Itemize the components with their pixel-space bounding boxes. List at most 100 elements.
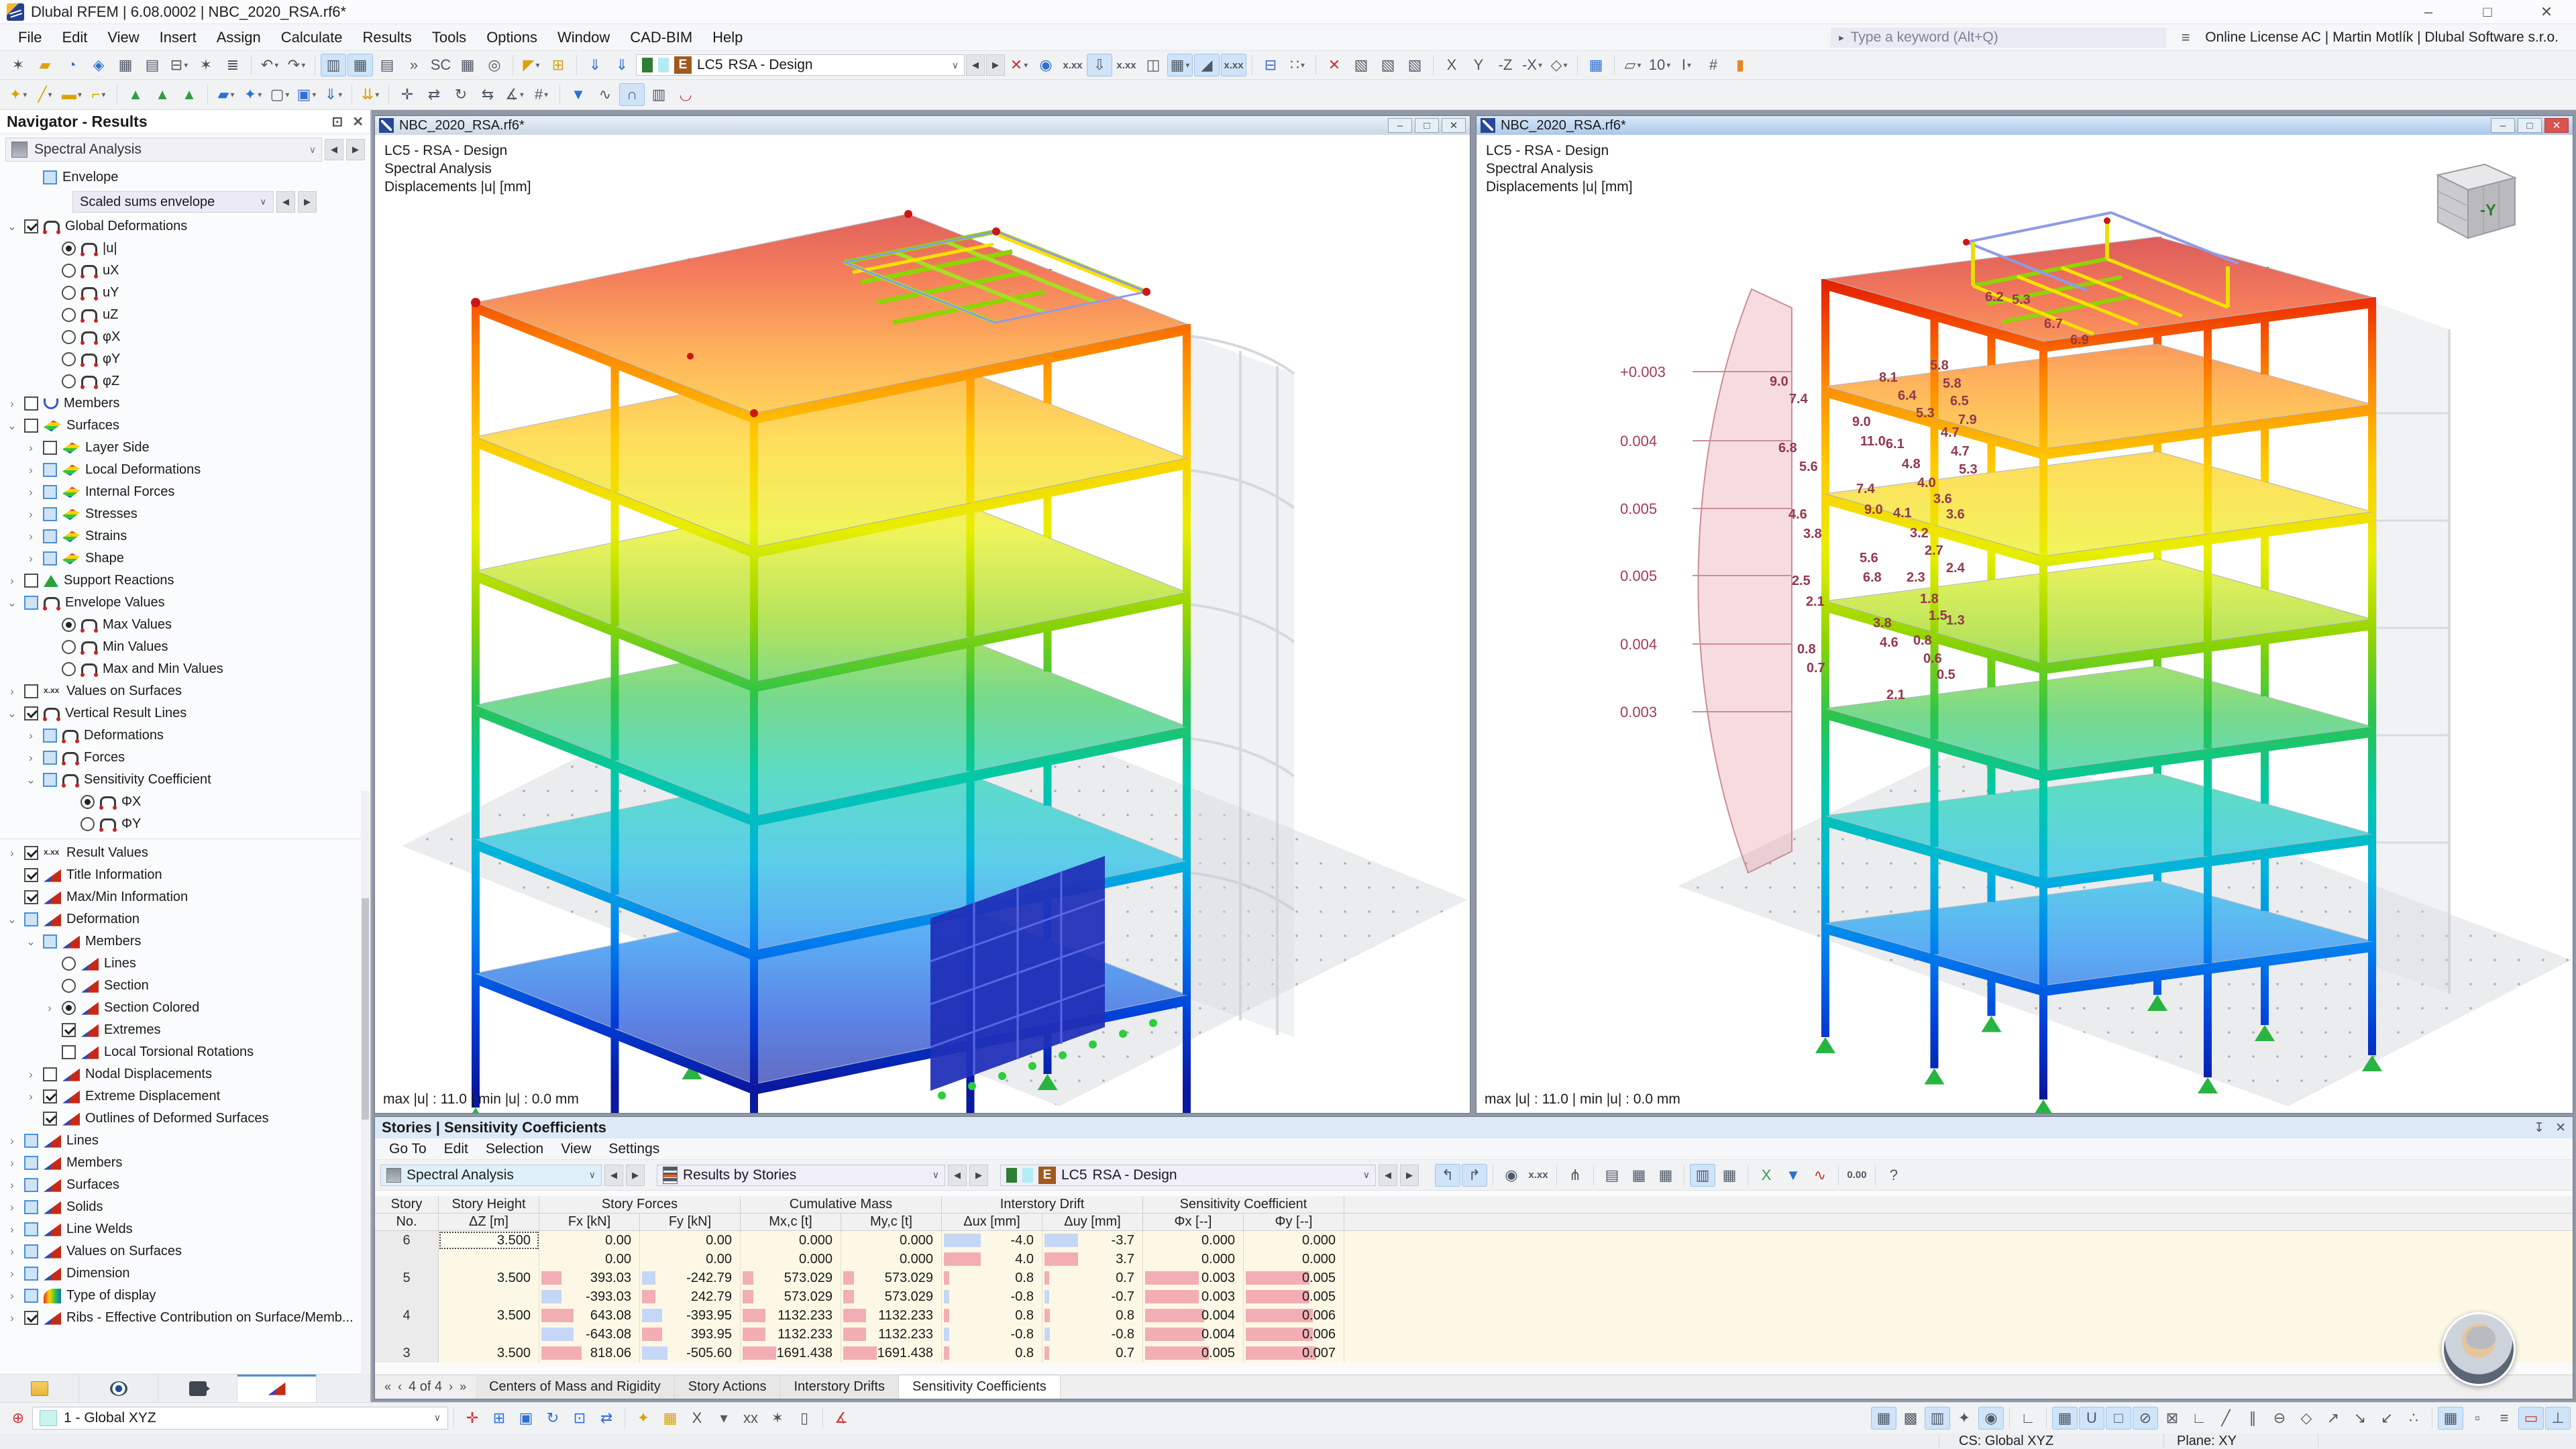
window-minimize-button[interactable]: –: [2399, 0, 2458, 24]
redo-icon[interactable]: ↷▾: [284, 54, 309, 76]
undo-icon[interactable]: ↶▾: [257, 54, 282, 76]
value-cell[interactable]: 0.003: [1143, 1287, 1244, 1306]
print-graphic-icon[interactable]: ⊟: [1258, 54, 1283, 76]
value-cell[interactable]: 0.8: [1042, 1306, 1143, 1325]
tree-item-uy[interactable]: uY: [0, 282, 370, 304]
extrude-object-icon[interactable]: ▣: [513, 1407, 539, 1430]
checkbox[interactable]: [24, 1267, 38, 1281]
dropdown-caret-icon[interactable]: ▾: [1563, 60, 1567, 70]
checkbox[interactable]: [24, 574, 38, 588]
chevron-right-icon[interactable]: ›: [5, 1267, 19, 1281]
animation-frames-icon[interactable]: ▥: [646, 83, 672, 106]
snap-node-icon[interactable]: ◉: [1978, 1407, 2004, 1430]
dropdown-caret-icon[interactable]: ▾: [338, 90, 342, 99]
value-cell[interactable]: -0.7: [1042, 1287, 1143, 1306]
dim-xx-icon[interactable]: xx: [738, 1407, 763, 1430]
result-tab-sensitivity-coefficients[interactable]: Sensitivity Coefficients: [899, 1375, 1061, 1399]
tree-item-ribs-effective-contribution-on-surface-memb[interactable]: ›Ribs - Effective Contribution on Surfac…: [0, 1307, 370, 1329]
survey-tool-icon[interactable]: ✶: [765, 1407, 790, 1430]
value-cell[interactable]: 643.08: [539, 1306, 640, 1325]
value-cell[interactable]: 1691.438: [841, 1344, 942, 1362]
insert-node-icon[interactable]: ✦▾: [5, 83, 31, 106]
status-coordinate-system[interactable]: CS: Global XYZ: [1959, 1433, 2053, 1449]
value-cell[interactable]: -505.60: [640, 1344, 741, 1362]
tree-item-sensitivity-coefficient[interactable]: ⌄Sensitivity Coefficient: [0, 769, 370, 791]
value-cell[interactable]: 0.8: [942, 1306, 1042, 1325]
chevron-right-icon[interactable]: ›: [5, 1134, 19, 1148]
value-cell[interactable]: 0.7: [1042, 1344, 1143, 1362]
chart-in-cells-icon[interactable]: ▥: [1690, 1164, 1715, 1187]
result-curve-icon[interactable]: ∿: [1807, 1164, 1833, 1187]
checkbox[interactable]: [43, 507, 57, 521]
chevron-right-icon[interactable]: ›: [24, 552, 38, 566]
dimension-tool-icon[interactable]: #▾: [529, 83, 554, 106]
keyword-search-icon[interactable]: ≡: [2177, 29, 2194, 46]
value-cell[interactable]: -3.7: [1042, 1231, 1143, 1250]
dropdown-caret-icon[interactable]: ▾: [1024, 60, 1028, 70]
chevron-right-icon[interactable]: ›: [5, 1223, 19, 1236]
chevron-down-icon[interactable]: ⌄: [5, 707, 19, 720]
checkbox[interactable]: [24, 890, 38, 904]
value-cell[interactable]: 573.029: [741, 1287, 841, 1306]
filter-table-icon[interactable]: ▼: [1780, 1164, 1806, 1187]
scrollbar-thumb[interactable]: [362, 898, 369, 1120]
snap-to-grid-icon[interactable]: ▦: [2052, 1407, 2078, 1430]
dropdown-caret-icon[interactable]: ▾: [285, 90, 289, 99]
stories-menu-selection[interactable]: Selection: [477, 1140, 552, 1159]
value-cell[interactable]: 573.029: [841, 1269, 942, 1287]
checkbox[interactable]: [43, 529, 57, 543]
view-x-icon[interactable]: X: [1439, 54, 1464, 76]
viewport-restore-icon[interactable]: □: [2518, 118, 2542, 133]
insert-polyline-icon[interactable]: ⌐▾: [86, 83, 111, 106]
checkbox[interactable]: [62, 1045, 76, 1059]
tree-item-stresses[interactable]: ›Stresses: [0, 503, 370, 525]
table-row[interactable]: 0.000.000.0000.0004.03.70.0000.000: [375, 1250, 2573, 1269]
snap-extension-1-icon[interactable]: ↗: [2320, 1407, 2346, 1430]
tree-item-u[interactable]: |u|: [0, 237, 370, 260]
chevron-right-icon[interactable]: ›: [5, 397, 19, 411]
show-values-graphic-icon[interactable]: x.xx: [1525, 1164, 1551, 1187]
radio-button[interactable]: [80, 795, 95, 809]
tree-item-extremes[interactable]: Extremes: [0, 1019, 370, 1041]
tree-item-lines[interactable]: Lines: [0, 953, 370, 975]
dropdown-caret-icon[interactable]: ▾: [1301, 60, 1305, 70]
tree-item-layer-side[interactable]: ›Layer Side: [0, 437, 370, 459]
radio-button[interactable]: [62, 352, 76, 366]
story-height-cell[interactable]: 3.500: [439, 1231, 539, 1250]
snap-tangent-icon[interactable]: ⊖: [2267, 1407, 2292, 1430]
value-cell[interactable]: 0.004: [1143, 1325, 1244, 1344]
filter-loading-icon[interactable]: ✕▾: [1006, 54, 1032, 76]
copy-tool-icon[interactable]: ✛: [394, 83, 420, 106]
value-cell[interactable]: 1132.233: [841, 1306, 942, 1325]
analysis-prev-button[interactable]: ◀: [325, 139, 343, 160]
dropdown-caret-icon[interactable]: ▾: [184, 60, 188, 70]
tree-item-max-and-min-values[interactable]: Max and Min Values: [0, 658, 370, 680]
snap-corner-icon[interactable]: ∟: [2186, 1407, 2212, 1430]
result-tab-story-actions[interactable]: Story Actions: [675, 1375, 781, 1399]
result-grid-icon[interactable]: ▦▾: [1167, 54, 1193, 76]
snap-extension-2-icon[interactable]: ↘: [2347, 1407, 2373, 1430]
nodal-support-icon[interactable]: ▲: [123, 83, 148, 106]
checkbox[interactable]: [24, 912, 38, 926]
value-cell[interactable]: 0.000: [1244, 1231, 1344, 1250]
result-values-diagram-icon[interactable]: x.xx: [1221, 54, 1246, 76]
show-results-graphic-icon[interactable]: ◉: [1499, 1164, 1524, 1187]
snap-quadrant-icon[interactable]: ◇: [2294, 1407, 2319, 1430]
value-cell[interactable]: 573.029: [741, 1269, 841, 1287]
value-cell[interactable]: 0.00: [640, 1231, 741, 1250]
value-cell[interactable]: 242.79: [640, 1287, 741, 1306]
insert-line-icon[interactable]: ╱▾: [32, 83, 58, 106]
open-file-icon[interactable]: ▰: [32, 54, 58, 76]
value-cell[interactable]: 0.005: [1244, 1287, 1344, 1306]
tree-item-values-on-surfaces[interactable]: ›Values on Surfaces: [0, 680, 370, 702]
tree-item-members[interactable]: ⌄Members: [0, 930, 370, 953]
table-row[interactable]: 33.500818.06-505.601691.4381691.4380.80.…: [375, 1344, 2573, 1362]
menu-insert[interactable]: Insert: [150, 26, 207, 49]
export-excel-icon[interactable]: X: [1754, 1164, 1779, 1187]
tree-item-max-min-information[interactable]: Max/Min Information: [0, 886, 370, 908]
merged-table-2-icon[interactable]: ▦: [1653, 1164, 1678, 1187]
dropdown-caret-icon[interactable]: ▾: [520, 90, 524, 99]
story-height-cell[interactable]: [439, 1287, 539, 1306]
value-cell[interactable]: 4.0: [942, 1250, 1042, 1269]
rendering-mode-icon[interactable]: ▦: [1583, 54, 1609, 76]
